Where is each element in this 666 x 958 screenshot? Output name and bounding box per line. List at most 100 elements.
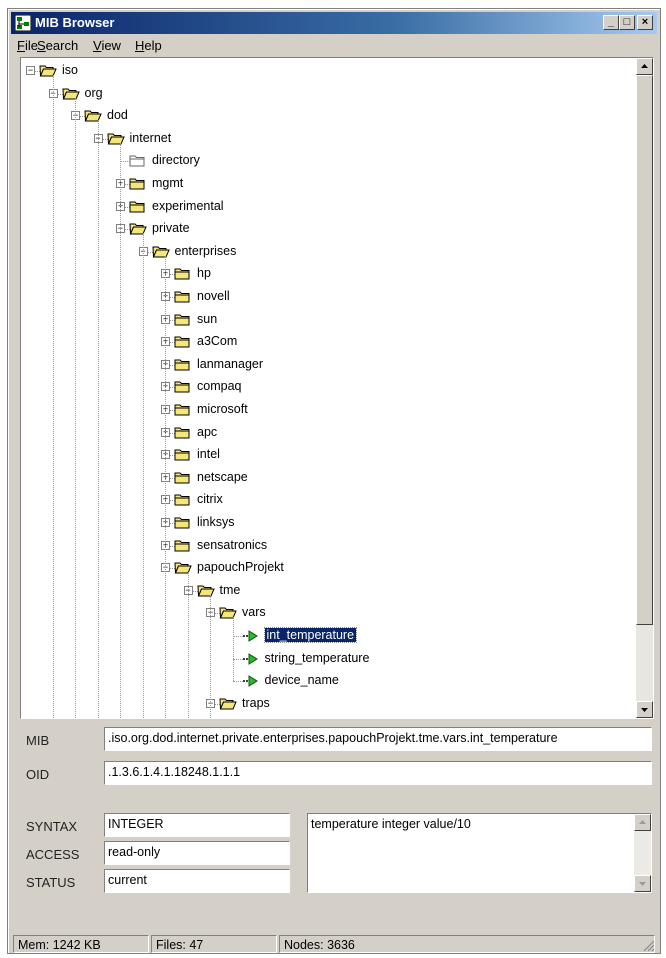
tree-node-label: internet: [129, 130, 172, 145]
tree-node-label: vars: [242, 605, 266, 620]
tree-node-papouchProjekt[interactable]: − papouchProjekt: [21, 557, 621, 579]
folder-icon: [174, 313, 192, 330]
menu-search[interactable]: Search: [37, 38, 78, 53]
tree-node-microsoft[interactable]: + microsoft: [21, 399, 621, 421]
tree-node-label: iso: [62, 63, 78, 77]
tree-node-experimental[interactable]: + experimental: [21, 196, 621, 218]
mib-path-field[interactable]: .iso.org.dod.internet.private.enterprise…: [104, 727, 652, 751]
menu-file[interactable]: File: [17, 38, 38, 53]
green-arrow-icon: [242, 652, 260, 669]
folder-icon: [174, 493, 192, 510]
access-field[interactable]: read-only: [104, 841, 290, 865]
description-text: temperature integer value/10: [311, 817, 471, 831]
description-scroll-down[interactable]: [634, 875, 651, 892]
folder-icon: [174, 426, 192, 443]
syntax-label: SYNTAX: [26, 819, 78, 834]
tree-connector: [97, 120, 99, 718]
tree-node-device_name[interactable]: device_name: [21, 670, 621, 692]
open-folder-icon: [106, 132, 125, 149]
arrow-down-icon: [639, 882, 646, 886]
tree-node-org[interactable]: − org: [21, 83, 621, 105]
tree-node-iso[interactable]: − iso: [21, 60, 621, 82]
folder-icon: [129, 177, 147, 194]
tree-scrollbar[interactable]: [636, 58, 653, 718]
tree-node-label: directory: [152, 153, 200, 168]
menu-help[interactable]: Help: [135, 38, 162, 53]
tree-node-tme[interactable]: − tme: [21, 580, 621, 602]
arrow-up-icon: [641, 64, 648, 68]
open-folder-icon: [219, 606, 237, 623]
tree-node-traps[interactable]: − traps: [21, 693, 621, 715]
access-label: ACCESS: [26, 847, 80, 862]
memory-status: Mem: 1242 KB: [13, 935, 149, 953]
tree-node-label: novell: [197, 289, 230, 303]
tree-node-vars[interactable]: − vars: [21, 602, 621, 624]
tree-node-internet[interactable]: − internet: [21, 128, 621, 150]
tree-node-label: traps: [242, 695, 270, 710]
open-folder-icon: [39, 64, 57, 81]
maximize-button[interactable]: □: [619, 15, 635, 30]
tree-node-compaq[interactable]: + compaq: [21, 376, 621, 398]
tree-node-label: intel: [197, 447, 220, 462]
syntax-field[interactable]: INTEGER: [104, 813, 290, 837]
description-scrollbar[interactable]: [634, 814, 651, 892]
minimize-button[interactable]: _: [603, 15, 619, 30]
oid-field[interactable]: .1.3.6.1.4.1.18248.1.1.1: [104, 761, 652, 785]
tree-node-label: a3Com: [197, 334, 238, 349]
tree-node-label: papouchProjekt: [197, 560, 284, 575]
tree-node-apc[interactable]: + apc: [21, 422, 621, 444]
folder-icon: [174, 380, 192, 397]
tree-node-label: device_name: [264, 673, 339, 688]
open-folder-icon: [196, 584, 215, 601]
tree-node-sun[interactable]: + sun: [21, 309, 621, 331]
tree-node-citrix[interactable]: + citrix: [21, 489, 621, 511]
collapse-icon[interactable]: −: [26, 66, 35, 75]
tree-node-mgmt[interactable]: + mgmt: [21, 173, 621, 195]
tree-node-lanmanager[interactable]: + lanmanager: [21, 354, 621, 376]
open-folder-icon: [129, 222, 147, 239]
description-field[interactable]: temperature integer value/10: [307, 813, 652, 893]
tree-node-label: tme: [219, 582, 241, 597]
tree-node-label: string_temperature: [264, 650, 370, 665]
mib-tree[interactable]: − iso − org − dod − internet directory + mgmt + expe…: [20, 57, 654, 719]
scroll-down-button[interactable]: [636, 701, 653, 718]
tree-node-string_temperature[interactable]: string_temperature: [21, 648, 621, 670]
tree-connector: [142, 233, 144, 718]
tree-node-directory[interactable]: directory: [21, 150, 621, 172]
scroll-up-button[interactable]: [636, 58, 653, 75]
tree-node-label: compaq: [197, 379, 242, 394]
nodes-status: Nodes: 3636: [279, 935, 655, 953]
menu-view[interactable]: View: [93, 38, 121, 53]
app-icon: [15, 15, 31, 31]
tree-node-private[interactable]: − private: [21, 218, 621, 240]
tree-node-intel[interactable]: + intel: [21, 444, 621, 466]
title-bar[interactable]: MIB Browser _ □ ×: [11, 12, 657, 34]
tree-node-sensatronics[interactable]: + sensatronics: [21, 535, 621, 557]
description-scroll-up[interactable]: [634, 814, 651, 831]
menu-bar: File Search View Help: [11, 36, 657, 56]
tree-node-novell[interactable]: + novell: [21, 286, 621, 308]
tree-node-label: enterprises: [174, 243, 237, 258]
tree-node-label: sun: [197, 311, 218, 326]
status-field[interactable]: current: [104, 869, 290, 893]
green-arrow-icon: [242, 629, 260, 646]
tree-node-label: org: [84, 85, 103, 100]
tree-node-label: netscape: [197, 469, 248, 484]
folder-icon: [174, 267, 192, 284]
empty-folder-icon: [129, 154, 147, 171]
tree-node-enterprises[interactable]: − enterprises: [21, 241, 621, 263]
mib-browser-window: MIB Browser _ □ × File Search View Help − is…: [7, 8, 661, 954]
tree-node-int_temperature[interactable]: int_temperature: [21, 625, 621, 647]
resize-grip-icon[interactable]: [641, 938, 655, 952]
close-button[interactable]: ×: [637, 15, 653, 30]
open-folder-icon: [151, 245, 170, 262]
tree-connector: [210, 594, 211, 718]
scroll-thumb[interactable]: [636, 75, 653, 625]
tree-node-label: apc: [197, 424, 218, 439]
tree-node-linksys[interactable]: + linksys: [21, 512, 621, 534]
tree-node-dod[interactable]: − dod: [21, 105, 621, 127]
tree-node-netscape[interactable]: + netscape: [21, 467, 621, 489]
tree-node-a3Com[interactable]: + a3Com: [21, 331, 621, 353]
tree-node-hp[interactable]: + hp: [21, 263, 621, 285]
files-status: Files: 47: [151, 935, 277, 953]
